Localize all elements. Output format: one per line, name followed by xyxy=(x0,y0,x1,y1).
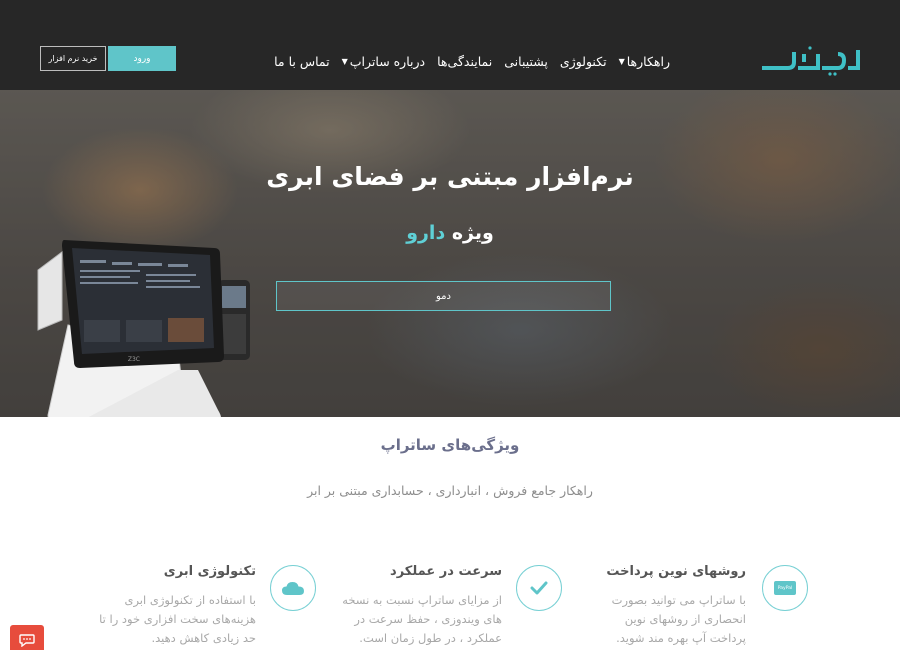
main-nav: راهکارها ▼ تکنولوژی پشتیبانی نمایندگی‌ها… xyxy=(270,50,670,72)
nav-item-label: درباره ساتراپ xyxy=(349,53,426,69)
caret-down-icon: ▼ xyxy=(618,56,625,66)
nav-item-label: راهکارها xyxy=(626,53,670,69)
login-button[interactable]: ورود xyxy=(108,46,176,71)
buy-software-button[interactable]: خرید نرم افزار xyxy=(40,46,106,71)
feature-line: با ساتراپ می توانید بصورت xyxy=(611,593,746,607)
feature-line: پرداخت آپ بهره مند شوید. xyxy=(616,631,746,645)
nav-item-technology[interactable]: تکنولوژی xyxy=(560,54,607,69)
check-icon xyxy=(530,581,548,595)
feature-description: با ساتراپ می توانید بصورت انحصاری از روش… xyxy=(576,591,746,648)
feature-title: سرعت در عملکرد xyxy=(390,564,502,579)
feature-cloud: تکنولوژی ابری با استفاده از تکنولوژی ابر… xyxy=(60,555,330,650)
caret-down-icon: ▼ xyxy=(341,56,348,66)
feature-line: هزینه‌های سخت افزاری خود را تا xyxy=(99,612,256,626)
feature-icon-circle xyxy=(516,565,562,611)
demo-button[interactable]: دمو xyxy=(276,281,611,311)
feature-title: روشهای نوین پرداخت xyxy=(606,564,746,579)
cloud-icon xyxy=(282,581,304,595)
hero-subtitle-prefix: ویژه xyxy=(451,222,494,244)
feature-line: از مزایای ساتراپ نسبت به نسخه xyxy=(342,593,502,607)
nav-item-solutions[interactable]: راهکارها ▼ xyxy=(619,54,670,69)
paypal-icon: PayPal xyxy=(774,581,796,595)
svg-text:Z3C: Z3C xyxy=(128,356,140,363)
feature-payment: PayPal روشهای نوین پرداخت با ساتراپ می ت… xyxy=(560,555,830,650)
paypal-icon-label: PayPal xyxy=(777,585,793,591)
hero-title: نرم‌افزار مبتنی بر فضای ابری xyxy=(266,162,634,191)
nav-item-label: نمایندگی‌ها xyxy=(437,53,493,69)
hero-subtitle: ویژه دارو xyxy=(300,222,600,244)
pos-terminal-image: Z3C xyxy=(37,240,250,417)
feature-description: با استفاده از تکنولوژی ابری هزینه‌های سخ… xyxy=(86,591,256,648)
feature-line: عملکرد ، در طول زمان است. xyxy=(359,631,502,645)
site-header: راهکارها ▼ تکنولوژی پشتیبانی نمایندگی‌ها… xyxy=(0,0,900,90)
hero-banner: Z3C نرم‌افزار مبتنی بر فضای ابری ویژه دا… xyxy=(0,90,900,417)
features-title: ویژگی‌های ساتراپ xyxy=(380,436,520,454)
nav-item-label: تکنولوژی xyxy=(559,53,607,69)
feature-line: های ویندوزی ، حفظ سرعت در xyxy=(354,612,502,626)
features-subtitle: راهکار جامع فروش ، انبارداری ، حسابداری … xyxy=(307,483,593,498)
feature-title: تکنولوژی ابری xyxy=(163,564,256,579)
hero-subtitle-accent: دارو xyxy=(406,222,446,244)
feature-description: از مزایای ساتراپ نسبت به نسخه های ویندوز… xyxy=(332,591,502,648)
site-logo[interactable] xyxy=(758,44,862,76)
nav-item-contact[interactable]: تماس با ما xyxy=(274,54,330,69)
feature-line: حد زیادی کاهش دهید. xyxy=(151,631,256,645)
feature-line: با استفاده از تکنولوژی ابری xyxy=(124,593,256,607)
nav-item-support[interactable]: پشتیبانی xyxy=(504,54,548,69)
nav-item-label: پشتیبانی xyxy=(504,53,548,69)
feature-icon-circle xyxy=(270,565,316,611)
nav-item-agencies[interactable]: نمایندگی‌ها xyxy=(437,54,492,69)
feature-icon-circle: PayPal xyxy=(762,565,808,611)
feature-speed: سرعت در عملکرد از مزایای ساتراپ نسبت به … xyxy=(296,555,566,650)
feature-line: انحصاری از روشهای نوین xyxy=(624,612,746,626)
chat-icon xyxy=(19,633,35,647)
nav-item-about[interactable]: درباره ساتراپ ▼ xyxy=(342,54,426,69)
nav-item-label: تماس با ما xyxy=(274,53,330,69)
chat-button[interactable] xyxy=(10,625,44,650)
